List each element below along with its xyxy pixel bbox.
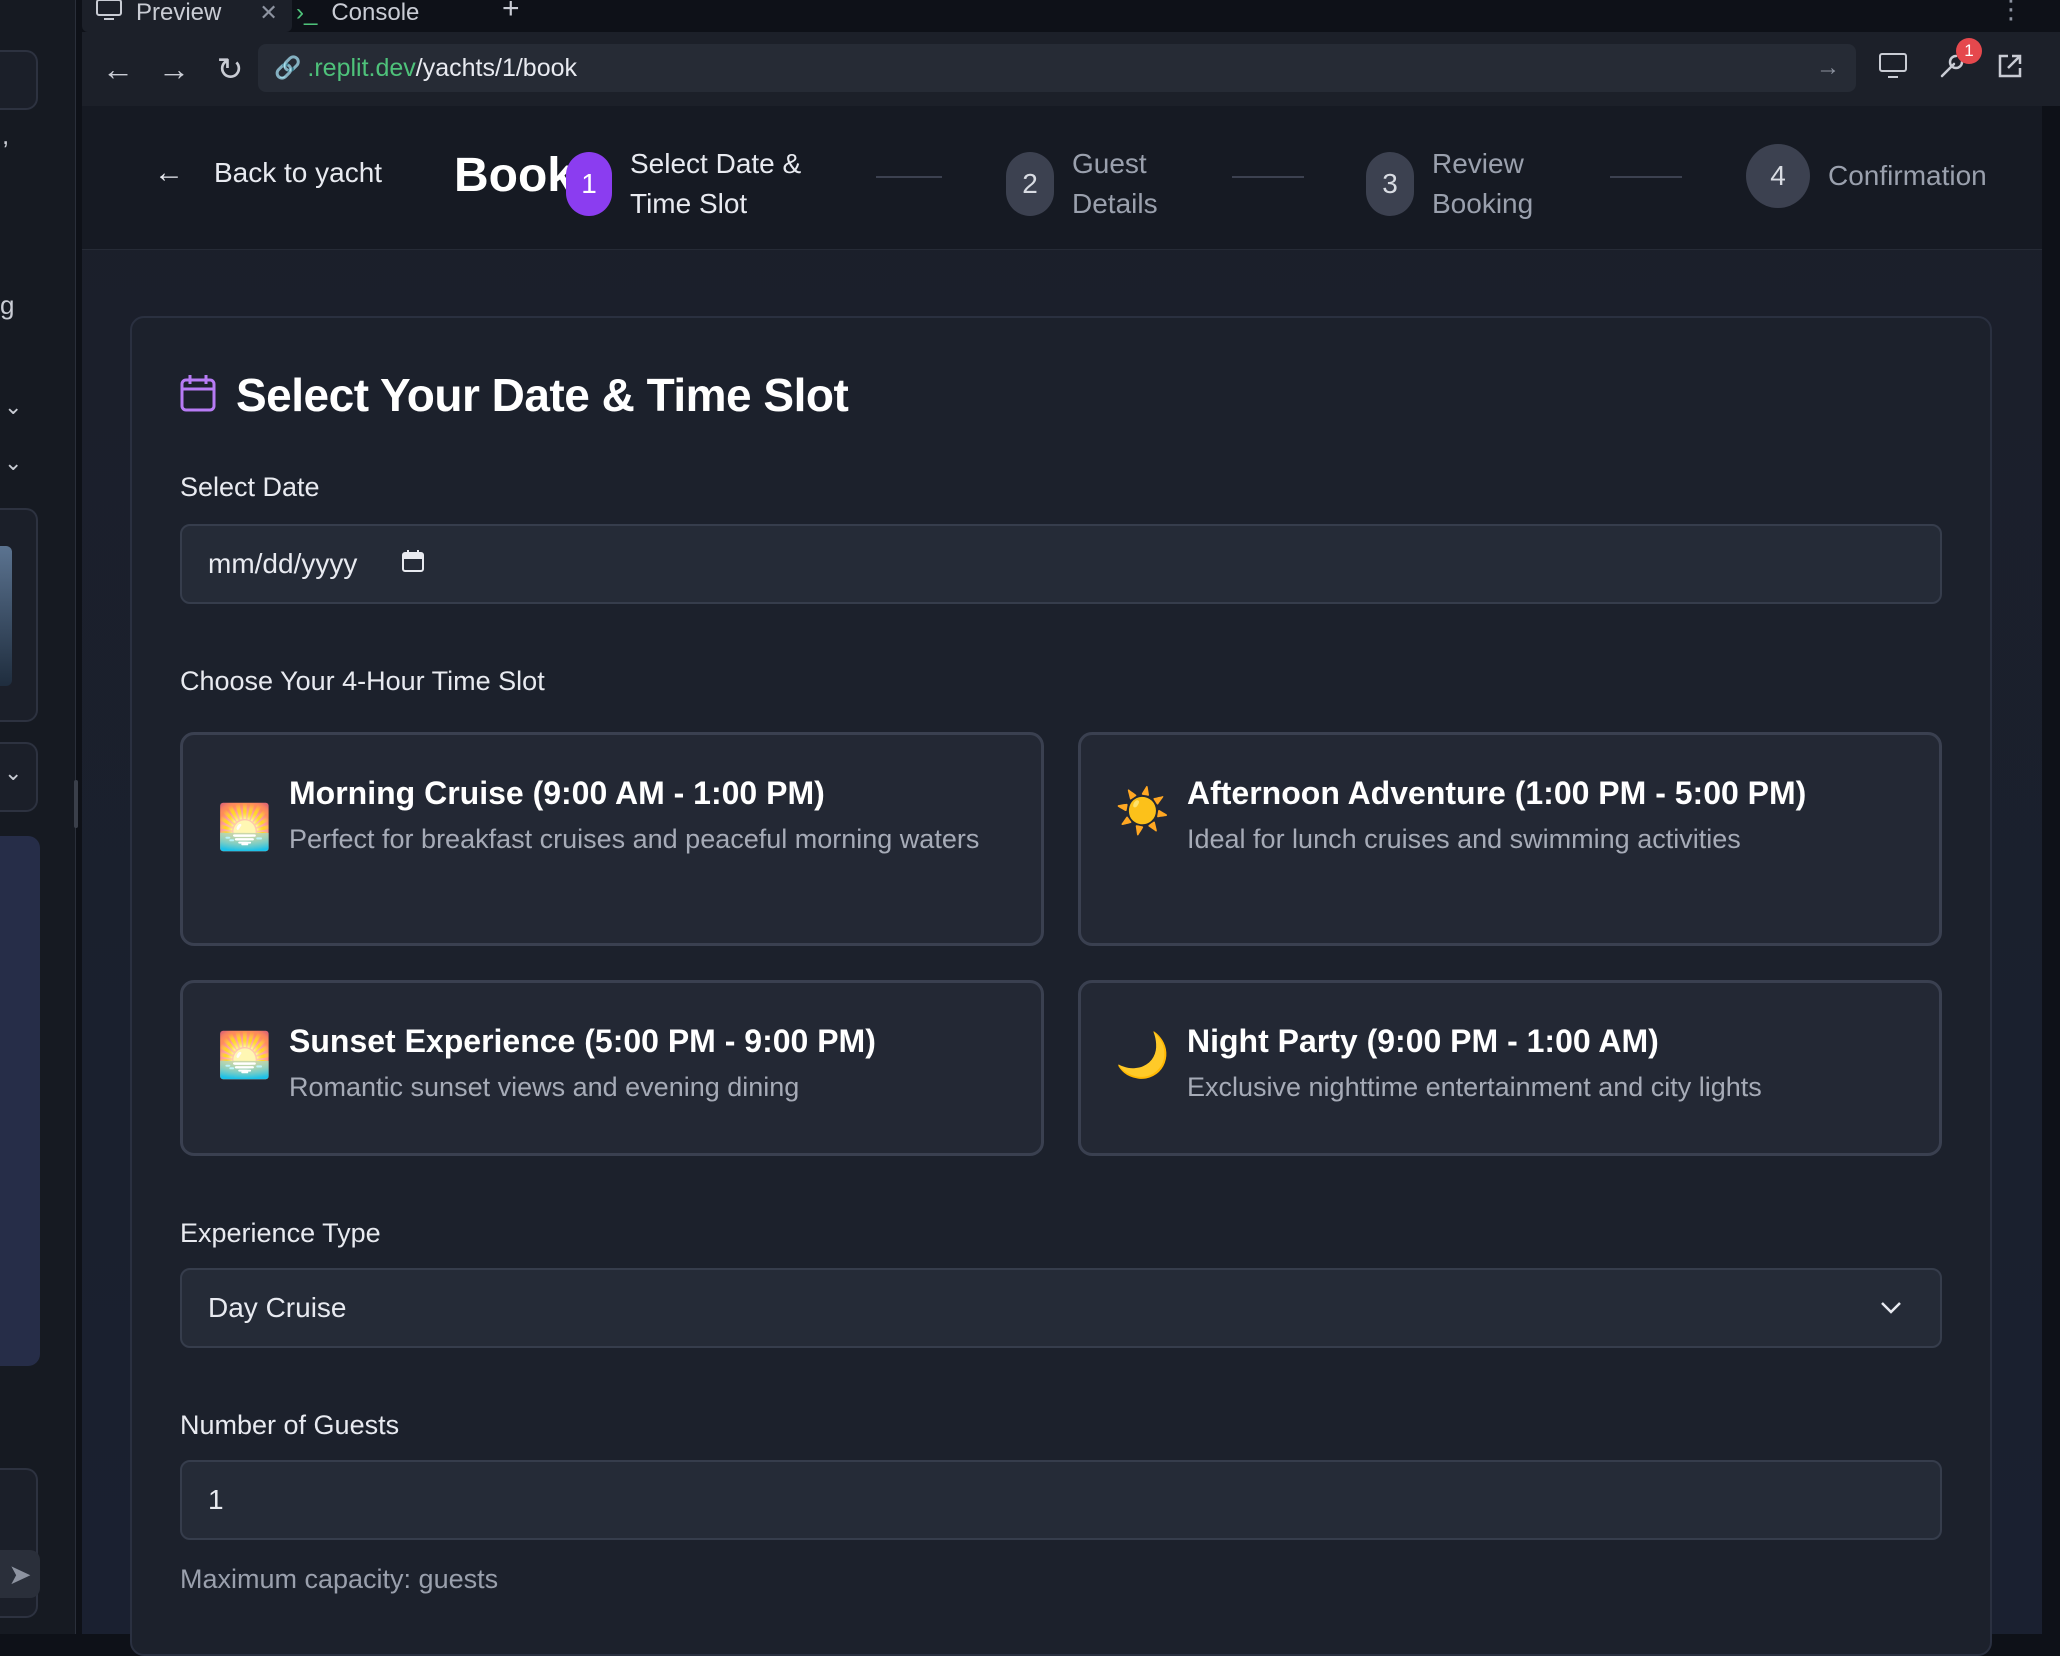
date-placeholder: mm/dd/yyyy — [208, 548, 358, 579]
slot-description: Perfect for breakfast cruises and peacef… — [289, 824, 980, 854]
time-slot-afternoon[interactable]: ☀️ Afternoon Adventure (1:00 PM - 5:00 P… — [1078, 732, 1942, 946]
tab-console[interactable]: ›_ Console — [282, 0, 433, 32]
date-label: Select Date — [180, 472, 320, 502]
panel-text-fragment: , — [2, 120, 10, 150]
time-slot-sunset[interactable]: 🌅 Sunset Experience (5:00 PM - 9:00 PM) … — [180, 980, 1044, 1156]
url-host: .replit.dev — [307, 53, 416, 82]
step-1: 1 Select Date & Time Slot — [566, 144, 820, 224]
booking-header: ← Back to yacht Book 1 Select Date & Tim… — [82, 106, 2042, 250]
slot-description: Ideal for lunch cruises and swimming act… — [1187, 824, 1741, 854]
resize-handle[interactable] — [74, 780, 78, 828]
tab-preview[interactable]: Preview ✕ — [82, 0, 292, 32]
panel-text-fragment: g — [0, 290, 15, 320]
step-connector — [876, 176, 942, 178]
step-label: Review Booking — [1432, 148, 1534, 219]
step-connector — [1232, 176, 1304, 178]
tab-bar: Preview ✕ ›_ Console + ⋮ — [82, 0, 2060, 32]
devtools-wrench-icon[interactable]: 1 — [1938, 38, 1982, 88]
chevron-down-icon[interactable]: ⌄ — [4, 760, 22, 786]
sunrise-icon: 🌅 — [217, 803, 272, 852]
chevron-down-icon[interactable]: ⌄ — [4, 450, 22, 476]
url-toolbar: 1 — [1878, 38, 2024, 88]
tab-label: Preview — [136, 0, 222, 26]
device-preview-icon[interactable] — [1878, 52, 1908, 88]
slot-description: Exclusive nighttime entertainment and ci… — [1187, 1072, 1762, 1102]
forward-arrow-icon[interactable]: → — [146, 51, 202, 88]
moon-icon: 🌙 — [1115, 1031, 1170, 1080]
link-icon: 🔗 — [274, 55, 302, 80]
slot-title: Night Party (9:00 PM - 1:00 AM) — [1187, 1023, 1659, 1059]
step-3: 3 Review Booking — [1366, 144, 1572, 224]
guests-label: Number of Guests — [180, 1410, 400, 1440]
step-label: Guest Details — [1072, 148, 1158, 219]
form-title: Select Your Date & Time Slot — [236, 369, 849, 421]
booking-form-card: Select Your Date & Time Slot Select Date… — [130, 316, 1992, 1656]
step-number: 1 — [566, 152, 612, 216]
arrow-left-icon: ← — [154, 156, 184, 189]
time-slot-label: Choose Your 4-Hour Time Slot — [180, 666, 545, 696]
close-icon[interactable]: ✕ — [259, 0, 277, 26]
slot-title: Morning Cruise (9:00 AM - 1:00 PM) — [289, 775, 825, 811]
external-link-icon[interactable] — [1996, 52, 2024, 88]
slot-description: Romantic sunset views and evening dining — [289, 1072, 800, 1102]
preview-browser: Preview ✕ ›_ Console + ⋮ ← → ↻ 🔗 .replit… — [82, 0, 2060, 1656]
booking-page: ← Back to yacht Book 1 Select Date & Tim… — [82, 106, 2042, 1656]
calendar-picker-icon[interactable] — [357, 548, 425, 580]
left-side-panel: hat , g ⌄ ⌄ ⌄ ➤ — [0, 0, 76, 1634]
chat-tab[interactable] — [0, 50, 38, 110]
time-slot-morning[interactable]: 🌅 Morning Cruise (9:00 AM - 1:00 PM) Per… — [180, 732, 1044, 946]
url-path: /yachts/1/book — [415, 53, 578, 82]
notification-badge: 1 — [1956, 38, 1982, 64]
sunset-icon: 🌅 — [217, 1031, 272, 1080]
chevron-down-icon — [1880, 1295, 1902, 1321]
capacity-hint: Maximum capacity: guests — [180, 1564, 499, 1594]
more-options-icon[interactable]: ⋮ — [1998, 0, 2024, 25]
experience-type-select[interactable]: Day Cruise — [180, 1268, 1942, 1348]
terminal-icon: ›_ — [296, 0, 318, 26]
thumbnail-image — [0, 546, 12, 686]
step-number: 3 — [1366, 152, 1414, 216]
chevron-down-icon[interactable]: ⌄ — [4, 394, 22, 420]
page-title: Book — [454, 149, 574, 202]
step-4: 4 Confirmation — [1746, 144, 2008, 208]
back-to-yacht-link[interactable]: ← Back to yacht — [154, 156, 382, 190]
experience-type-value: Day Cruise — [208, 1292, 347, 1323]
url-input[interactable]: 🔗 .replit.dev /yachts/1/book → — [258, 44, 1856, 92]
guests-input[interactable]: 1 — [180, 1460, 1942, 1540]
reload-icon[interactable]: ↻ — [202, 50, 258, 88]
form-heading: Select Your Date & Time Slot — [180, 368, 849, 422]
back-label: Back to yacht — [214, 157, 383, 188]
guests-value: 1 — [208, 1484, 224, 1515]
calendar-icon — [180, 374, 216, 417]
tab-label: Console — [331, 0, 420, 26]
send-icon[interactable]: ➤ — [0, 1550, 40, 1598]
step-number: 2 — [1006, 152, 1054, 216]
slot-title: Afternoon Adventure (1:00 PM - 5:00 PM) — [1187, 775, 1807, 811]
new-tab-icon[interactable]: + — [502, 0, 520, 26]
step-label: Confirmation — [1828, 160, 1987, 191]
sun-icon: ☀️ — [1115, 787, 1170, 836]
go-arrow-icon[interactable]: → — [1816, 54, 1840, 82]
step-connector — [1610, 176, 1682, 178]
slot-title: Sunset Experience (5:00 PM - 9:00 PM) — [289, 1023, 876, 1059]
back-arrow-icon[interactable]: ← — [90, 51, 146, 88]
step-number: 4 — [1746, 144, 1810, 208]
experience-type-label: Experience Type — [180, 1218, 381, 1248]
monitor-icon — [96, 0, 122, 28]
address-bar-row: ← → ↻ 🔗 .replit.dev /yachts/1/book → 1 — [82, 32, 2060, 106]
panel-content-block — [0, 836, 40, 1366]
step-label: Select Date & Time Slot — [630, 148, 802, 219]
time-slot-night[interactable]: 🌙 Night Party (9:00 PM - 1:00 AM) Exclus… — [1078, 980, 1942, 1156]
date-input[interactable]: mm/dd/yyyy — [180, 524, 1942, 604]
step-2: 2 Guest Details — [1006, 144, 1192, 224]
